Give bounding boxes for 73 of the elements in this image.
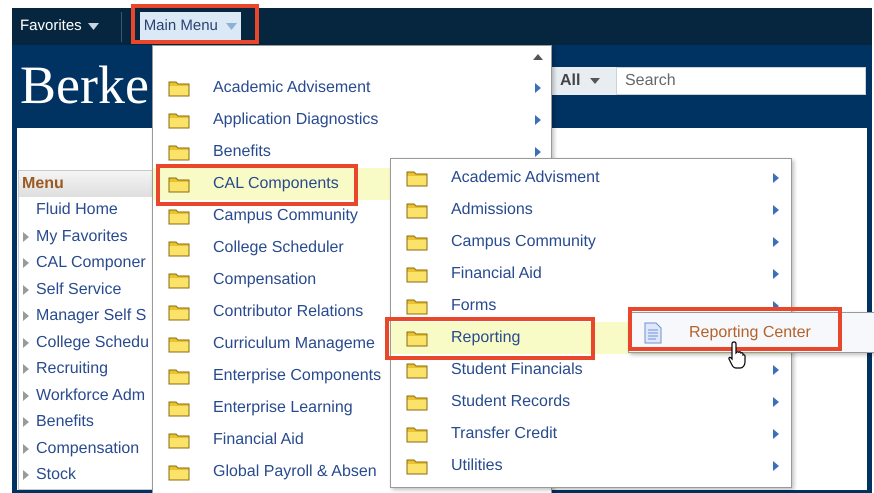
folder-icon xyxy=(168,368,190,384)
expand-arrow-icon[interactable] xyxy=(23,470,29,480)
expand-arrow-icon[interactable] xyxy=(23,311,29,322)
logo: Berke xyxy=(20,58,149,112)
folder-icon xyxy=(406,202,428,218)
expand-arrow-icon[interactable] xyxy=(23,417,29,428)
folder-icon xyxy=(168,304,190,320)
folder-icon xyxy=(168,112,190,128)
menu-item[interactable]: Student Records xyxy=(391,386,791,418)
submenu-arrow-icon xyxy=(773,269,779,279)
folder-icon xyxy=(406,298,428,314)
submenu-arrow-icon xyxy=(773,429,779,439)
submenu-arrow-icon xyxy=(773,461,779,471)
menu-item[interactable]: Academic Advisement xyxy=(153,72,551,104)
submenu-arrow-icon xyxy=(773,237,779,247)
sidebar-item[interactable]: Compensation xyxy=(36,436,140,461)
folder-icon xyxy=(406,330,428,346)
caret-icon xyxy=(88,23,99,30)
submenu-arrow-icon xyxy=(535,115,541,125)
sidebar-item[interactable]: College Schedu xyxy=(36,330,149,355)
search-field[interactable]: Search xyxy=(616,66,866,95)
sidebar-item[interactable]: Fluid Home xyxy=(36,198,118,222)
submenu-arrow-icon xyxy=(773,397,779,407)
folder-icon xyxy=(406,266,428,282)
folder-icon xyxy=(406,234,428,250)
caret-icon xyxy=(590,78,600,84)
menu-item[interactable]: Transfer Credit xyxy=(391,418,791,450)
main-menu-button[interactable]: Main Menu xyxy=(140,12,241,42)
sidebar-item[interactable]: CAL Componer xyxy=(36,251,146,276)
favorites-menu[interactable]: Favorites xyxy=(20,12,99,42)
sidebar-item[interactable]: Workforce Adm xyxy=(36,384,146,408)
folder-icon xyxy=(168,272,190,288)
expand-arrow-icon[interactable] xyxy=(23,338,29,348)
folder-icon xyxy=(406,458,428,474)
sidebar-item[interactable]: Recruiting xyxy=(36,357,108,382)
scroll-up-icon[interactable] xyxy=(533,54,543,60)
sidebar-item[interactable]: Self Service xyxy=(36,278,122,302)
menu-item[interactable]: Application Diagnostics xyxy=(153,104,551,136)
expand-arrow-icon[interactable] xyxy=(23,390,29,401)
menu-item[interactable]: Campus Community xyxy=(391,226,791,258)
folder-icon xyxy=(168,208,190,224)
folder-icon xyxy=(168,336,190,352)
submenu-arrow-icon xyxy=(773,205,779,215)
folder-icon xyxy=(168,144,190,160)
submenu-arrow-icon xyxy=(773,173,779,183)
menu-item[interactable]: Utilities xyxy=(391,450,791,482)
sidebar-item[interactable]: My Favorites xyxy=(36,224,128,249)
folder-icon xyxy=(168,400,190,416)
expand-arrow-icon[interactable] xyxy=(23,364,29,374)
expand-arrow-icon[interactable] xyxy=(23,444,29,454)
folder-icon xyxy=(168,80,190,96)
expand-arrow-icon[interactable] xyxy=(23,232,29,242)
submenu-arrow-icon xyxy=(535,83,541,93)
sidebar-item[interactable]: Stock xyxy=(36,463,76,488)
menu-item[interactable]: Financial Aid xyxy=(391,258,791,290)
folder-icon xyxy=(168,240,190,256)
folder-icon xyxy=(406,362,428,378)
folder-icon xyxy=(168,432,190,448)
expand-arrow-icon[interactable] xyxy=(23,284,29,295)
folder-icon xyxy=(406,426,428,442)
folder-icon xyxy=(168,176,190,192)
folder-icon xyxy=(406,170,428,186)
sidebar-title: Menu xyxy=(22,174,64,194)
sidebar-item[interactable]: Benefits xyxy=(36,410,94,434)
sidebar-item[interactable]: Manager Self S xyxy=(36,304,146,328)
caret-icon xyxy=(226,23,237,30)
folder-icon xyxy=(168,464,190,480)
document-icon xyxy=(644,322,662,344)
search-scope-dropdown[interactable]: All xyxy=(552,66,616,95)
expand-arrow-icon[interactable] xyxy=(23,258,29,268)
submenu-arrow-icon xyxy=(773,365,779,375)
submenu-arrow-icon xyxy=(535,147,541,157)
folder-icon xyxy=(406,394,428,410)
